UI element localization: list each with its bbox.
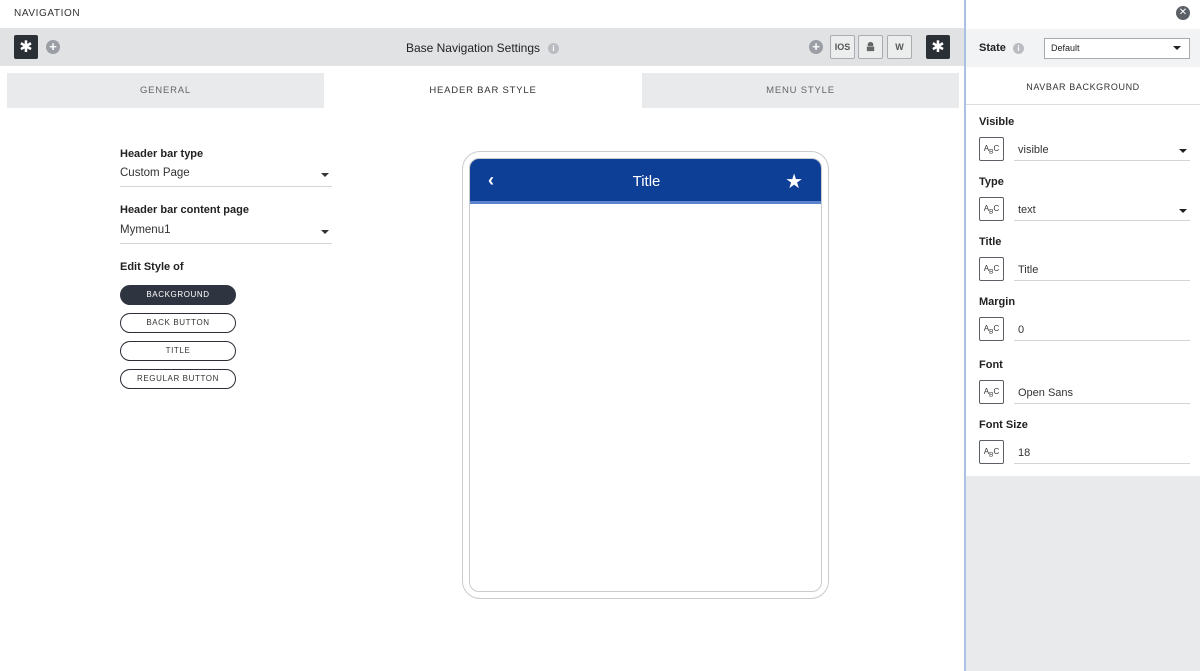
add-platform-icon[interactable]: + — [809, 40, 823, 54]
type-label: Type — [979, 176, 1004, 188]
tab-header-bar-style[interactable]: HEADER BAR STYLE — [324, 73, 642, 108]
title-field[interactable]: Title — [1014, 259, 1190, 281]
header-bar-type-select[interactable]: Custom Page — [120, 167, 332, 187]
properties-panel: ✕ State i Default NAVBAR BACKGROUND Visi… — [966, 0, 1200, 671]
type-select[interactable]: text — [1014, 199, 1190, 221]
content-page-select[interactable]: Mymenu1 — [120, 224, 332, 244]
abc-icon[interactable]: ABC — [979, 380, 1004, 404]
state-row: State i Default — [966, 29, 1200, 67]
visible-label: Visible — [979, 116, 1015, 128]
add-icon[interactable]: + — [46, 40, 60, 54]
chevron-down-icon — [321, 230, 329, 234]
star-icon: ★ — [785, 171, 803, 193]
margin-field[interactable]: 0 — [1014, 319, 1190, 341]
font-size-label: Font Size — [979, 419, 1028, 431]
title-label: Title — [979, 236, 1002, 248]
toolbar-title: Base Navigation Settings — [405, 41, 541, 55]
state-select[interactable]: Default — [1044, 38, 1190, 59]
page-title: NAVIGATION — [14, 8, 81, 19]
preview-header-bar: ‹ Title ★ — [470, 159, 821, 204]
main-area: NAVIGATION ✱ + Base Navigation Settings i… — [0, 0, 965, 671]
visible-value: visible — [1018, 144, 1049, 156]
visible-select[interactable]: visible — [1014, 139, 1190, 161]
tab-menu-style[interactable]: MENU STYLE — [642, 73, 959, 108]
abc-icon[interactable]: ABC — [979, 197, 1004, 221]
style-back-button-button[interactable]: BACK BUTTON — [120, 313, 236, 333]
section-heading: NAVBAR BACKGROUND — [966, 70, 1200, 105]
state-value: Default — [1051, 43, 1080, 53]
preview-title: Title — [632, 173, 661, 190]
margin-label: Margin — [979, 296, 1016, 308]
abc-icon[interactable]: ABC — [979, 317, 1004, 341]
chevron-down-icon — [1179, 149, 1187, 153]
tab-general[interactable]: GENERAL — [7, 73, 324, 108]
chevron-down-icon — [1179, 209, 1187, 213]
abc-icon[interactable]: ABC — [979, 440, 1004, 464]
abc-icon[interactable]: ABC — [979, 257, 1004, 281]
font-field[interactable]: Open Sans — [1014, 382, 1190, 404]
font-label: Font — [979, 359, 1003, 371]
style-regular-button-button[interactable]: REGULAR BUTTON — [120, 369, 236, 389]
abc-icon[interactable]: ABC — [979, 137, 1004, 161]
info-icon[interactable]: i — [548, 43, 560, 55]
toolbar: ✱ + Base Navigation Settings i + IOS W ✱ — [0, 28, 965, 66]
web-button[interactable]: W — [887, 35, 912, 59]
content-page-value: Mymenu1 — [120, 224, 171, 236]
tab-bar: GENERAL HEADER BAR STYLE MENU STYLE — [7, 73, 959, 108]
asterisk-icon-right[interactable]: ✱ — [926, 35, 950, 59]
style-title-button[interactable]: TITLE — [120, 341, 236, 361]
info-icon[interactable]: i — [1013, 43, 1024, 54]
state-label: State — [979, 42, 1006, 54]
header-bar-type-label: Header bar type — [120, 148, 204, 160]
chevron-down-icon — [1173, 46, 1181, 50]
content-page-label: Header bar content page — [120, 204, 249, 216]
edit-style-label: Edit Style of — [120, 261, 184, 273]
asterisk-icon[interactable]: ✱ — [14, 35, 38, 59]
android-button[interactable] — [858, 35, 883, 59]
style-background-button[interactable]: BACKGROUND — [120, 285, 236, 305]
ios-button[interactable]: IOS — [830, 35, 855, 59]
type-value: text — [1018, 204, 1036, 216]
font-size-field[interactable]: 18 — [1014, 442, 1190, 464]
android-icon — [866, 42, 875, 52]
chevron-down-icon — [321, 173, 329, 177]
header-bar-type-value: Custom Page — [120, 167, 190, 179]
close-icon[interactable]: ✕ — [1176, 6, 1190, 20]
phone-preview-screen: ‹ Title ★ — [469, 158, 822, 592]
